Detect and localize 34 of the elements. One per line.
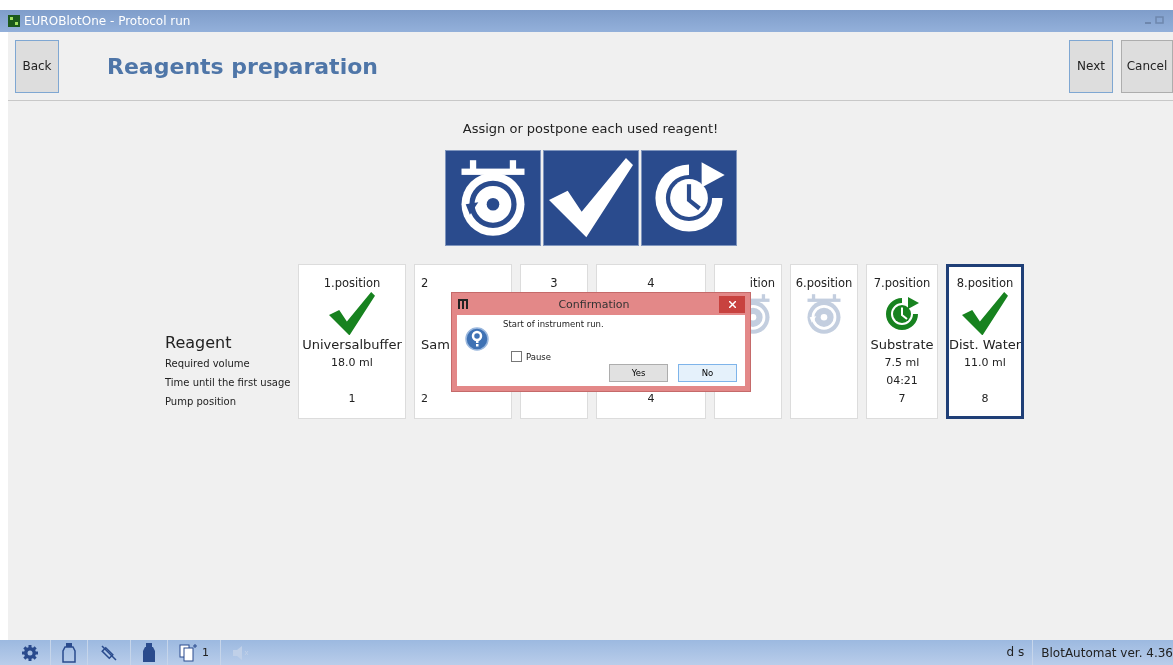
pump-number: 4: [647, 392, 655, 405]
volume-text: 7.5 ml: [884, 356, 920, 369]
reagent-name: Substrate: [870, 337, 934, 352]
position-title: 3: [550, 275, 558, 291]
window-title: EUROBlotOne - Protocol run: [24, 14, 191, 28]
checkbox-label: Pause: [526, 351, 551, 362]
volume-text: 18.0 ml: [331, 356, 373, 369]
row-heading: Reagent: [165, 332, 233, 354]
position-title: 7.position: [873, 275, 931, 291]
reagent-name: Sam: [421, 337, 450, 352]
volume-text: 11.0 ml: [964, 356, 1006, 369]
row-label: Required volume: [165, 357, 251, 371]
pump-number: 7: [898, 392, 906, 405]
position-title: 6.position: [795, 275, 853, 291]
position-title: ition: [749, 275, 775, 291]
reagent-name: Universalbuffer: [302, 337, 402, 352]
page-title: Reagents preparation: [107, 53, 379, 79]
position-title: 8.position: [956, 275, 1014, 291]
pump-number: 2: [421, 392, 428, 405]
row-label: Pump position: [165, 395, 238, 409]
document-count: 1: [202, 646, 209, 659]
pump-number: 1: [348, 392, 356, 405]
dialog-message: Start of instrument run.: [503, 319, 604, 331]
row-label: Time until the first usage: [165, 376, 292, 390]
reagent-name: Dist. Water: [948, 337, 1022, 352]
instruction-text: Assign or postpone each used reagent!: [462, 121, 719, 136]
version-text: BlotAutomat ver. 4.36: [1040, 645, 1173, 660]
position-title: 4: [647, 275, 655, 291]
user-initials: d s: [998, 640, 1034, 665]
position-title: 1.position: [323, 275, 381, 291]
position-title: 2: [421, 275, 429, 291]
time-text: 04:21: [886, 374, 918, 387]
dialog-title: Confirmation: [557, 297, 631, 311]
pump-number: 8: [981, 392, 989, 405]
